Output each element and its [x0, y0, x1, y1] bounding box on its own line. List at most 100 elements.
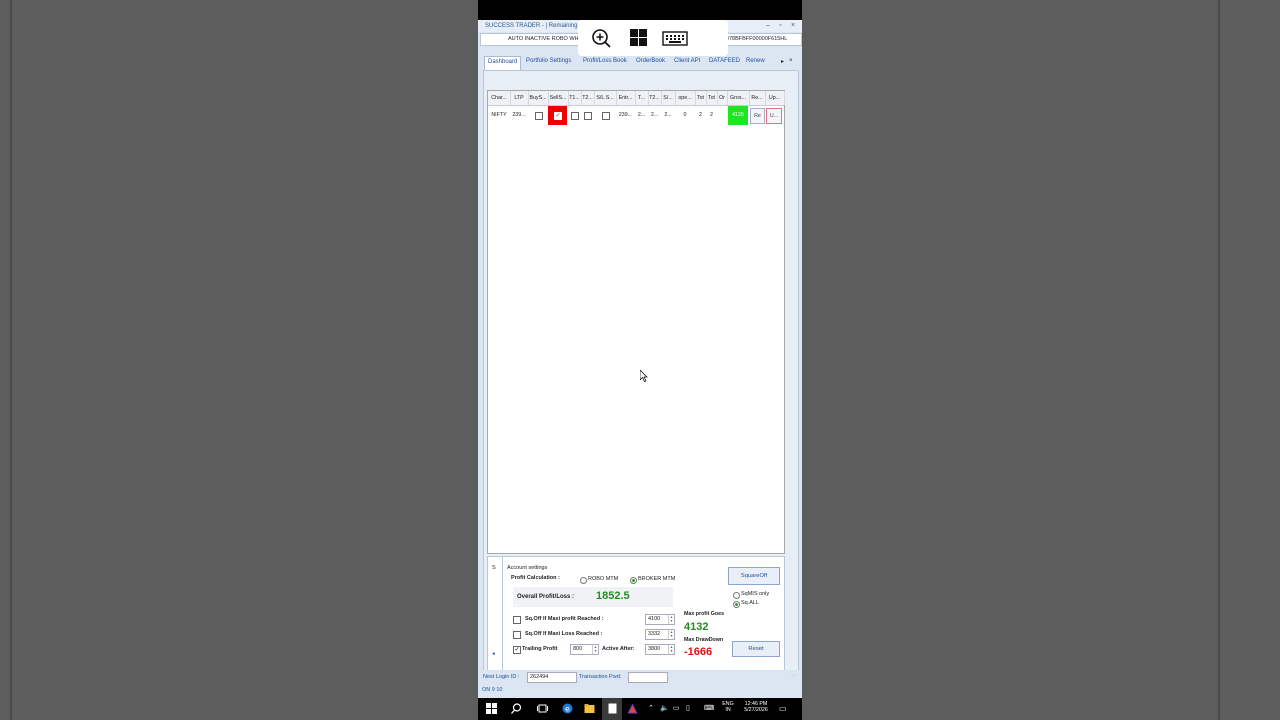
max-profit-input[interactable]: 4100 ▴ ▾: [645, 614, 675, 625]
cell-sl-value: 2...: [664, 112, 672, 118]
col-header-buy[interactable]: BuyS...: [528, 91, 549, 105]
sell-checkbox-checked[interactable]: ✓: [548, 106, 567, 125]
cell-gross: 4125: [728, 106, 748, 125]
tab-orderbook[interactable]: OrderBook: [636, 58, 665, 64]
nest-login-label: Nest Login ID :: [483, 674, 520, 680]
max-drawdown-label: Max DrawDown: [684, 637, 724, 643]
max-drawdown-value: -1666: [684, 646, 713, 658]
search-icon[interactable]: [511, 703, 522, 714]
col-header-gross[interactable]: Gros...: [727, 91, 750, 105]
tab-profit-loss-book[interactable]: Profit/Loss Book: [583, 58, 627, 64]
col-header-sl2[interactable]: S/...: [661, 91, 676, 105]
close-icon[interactable]: ×: [791, 22, 795, 29]
cell-sell: ✓: [548, 106, 568, 125]
col-header-sl[interactable]: S/L.S...: [594, 91, 617, 105]
svg-text:e: e: [565, 705, 570, 714]
left-marker: S: [492, 565, 496, 571]
keyboard-tray-icon[interactable]: ⌨: [704, 704, 714, 712]
restore-icon[interactable]: ▫: [779, 22, 781, 29]
right-edge-line: [1218, 0, 1220, 720]
nest-login-input[interactable]: 262494: [527, 672, 577, 683]
left-scroll-track[interactable]: S ◂: [490, 557, 503, 675]
clock[interactable]: 12:46 PM 5/27/2026: [738, 701, 774, 713]
trailing-profit-input[interactable]: 800 ▴ ▾: [570, 644, 599, 655]
tab-datafeed[interactable]: DATAFEED: [709, 58, 740, 64]
start-icon[interactable]: [486, 703, 497, 714]
col-header-entry[interactable]: Entr...: [616, 91, 636, 105]
reset-button[interactable]: Reset: [732, 641, 780, 657]
screen-control-overlay: [578, 20, 728, 56]
cell-tot1: 2: [699, 112, 702, 118]
t2-checkbox[interactable]: [584, 112, 592, 120]
tab-renew[interactable]: Renew: [746, 58, 765, 64]
notepad-icon[interactable]: [607, 703, 618, 714]
max-loss-input[interactable]: 3332 ▴ ▾: [645, 629, 675, 640]
language-indicator[interactable]: ENG IN: [720, 701, 736, 713]
active-app-slot[interactable]: [602, 698, 622, 720]
file-explorer-icon[interactable]: [584, 703, 595, 714]
sqmis-radio[interactable]: [733, 592, 740, 599]
cell-sl: [594, 106, 616, 125]
col-header-reset[interactable]: Re...: [749, 91, 766, 105]
zoom-in-icon[interactable]: [590, 28, 612, 48]
trailing-profit-label: Trailing Profit: [522, 646, 558, 652]
notification-icon[interactable]: ▭: [779, 704, 787, 713]
tab-portfolio-settings[interactable]: Portfolio Settings: [526, 58, 571, 64]
sqall-radio[interactable]: [733, 601, 740, 608]
cell-t1: [568, 106, 581, 125]
tab-close-icon[interactable]: ×: [789, 58, 793, 64]
minimize-icon[interactable]: –: [766, 22, 770, 29]
task-view-icon[interactable]: [537, 703, 548, 714]
scroll-left-icon[interactable]: ◂: [492, 651, 495, 657]
login-status-row: Nest Login ID : 262494 Transaction Pwd: …: [478, 670, 802, 684]
sqoff-max-loss-checkbox[interactable]: [513, 631, 521, 639]
transaction-pwd-input[interactable]: [628, 672, 668, 683]
tab-client-api[interactable]: Client API: [674, 58, 700, 64]
robo-status-text: AUTO INACTIVE ROBO WH: [508, 36, 579, 42]
squareoff-button[interactable]: SquareOff: [728, 567, 780, 585]
max-profit-goes-value: 4132: [684, 621, 709, 633]
volume-icon[interactable]: 🔈: [660, 704, 669, 712]
active-after-input[interactable]: 3800 ▴ ▾: [645, 644, 675, 655]
col-header-ltp[interactable]: LTP: [510, 91, 529, 105]
row-update-button[interactable]: U...: [766, 108, 782, 124]
overall-pl-value: 1852.5: [596, 590, 630, 602]
col-header-t1[interactable]: T1...: [568, 91, 582, 105]
sl-checkbox[interactable]: [602, 112, 610, 120]
sqoff-max-profit-checkbox[interactable]: [513, 616, 521, 624]
broker-mtm-radio[interactable]: [630, 577, 637, 584]
device-icon[interactable]: ▯: [686, 704, 690, 712]
sqmis-label: SqMIS only: [741, 591, 770, 597]
network-icon[interactable]: ▭: [673, 704, 680, 712]
taskbar: e ⌃ 🔈 ▭ ▯ ⌨ ENG IN 12:46 PM 5/27/2026 ▭: [478, 698, 802, 720]
cell-t2: [581, 106, 594, 125]
left-edge-line: [10, 0, 12, 720]
buy-checkbox[interactable]: [535, 112, 543, 120]
clock-date: 5/27/2026: [744, 707, 768, 713]
col-header-sell[interactable]: SellS...: [548, 91, 569, 105]
mouse-cursor-icon: [640, 370, 648, 382]
tab-scroll-right-icon[interactable]: ▸: [781, 58, 784, 65]
windows-icon[interactable]: [628, 28, 650, 48]
transaction-pwd-label: Transaction Pwd:: [579, 674, 622, 680]
keyboard-icon[interactable]: [662, 28, 688, 48]
col-header-t2b[interactable]: T2...: [648, 91, 662, 105]
robo-mtm-radio[interactable]: [580, 577, 587, 584]
edge-browser-icon[interactable]: e: [562, 703, 573, 714]
overall-pl-label: Overall Profit/Loss :: [517, 594, 575, 600]
table-row[interactable]: NIFTY 239... ✓ 239... 2... 2... 2... 0 2…: [488, 106, 784, 125]
cell-entry: 239...: [618, 112, 633, 118]
tray-expand-icon[interactable]: ⌃: [648, 704, 654, 712]
cell-ltp: 239...: [512, 112, 526, 118]
col-header-t2[interactable]: T2...: [581, 91, 595, 105]
col-header-update[interactable]: Up...: [765, 91, 785, 105]
resize-grip-icon[interactable]: ⋰: [790, 674, 796, 680]
trailing-profit-checkbox[interactable]: ✓: [513, 646, 521, 654]
col-header-open[interactable]: ope...: [675, 91, 696, 105]
col-header-t[interactable]: T...: [635, 91, 649, 105]
row-reset-button[interactable]: Re: [750, 108, 765, 124]
col-header-chart[interactable]: Char...: [488, 91, 511, 105]
left-background: [0, 0, 478, 720]
trader-app-icon[interactable]: [627, 703, 638, 714]
t1-checkbox[interactable]: [571, 112, 579, 120]
